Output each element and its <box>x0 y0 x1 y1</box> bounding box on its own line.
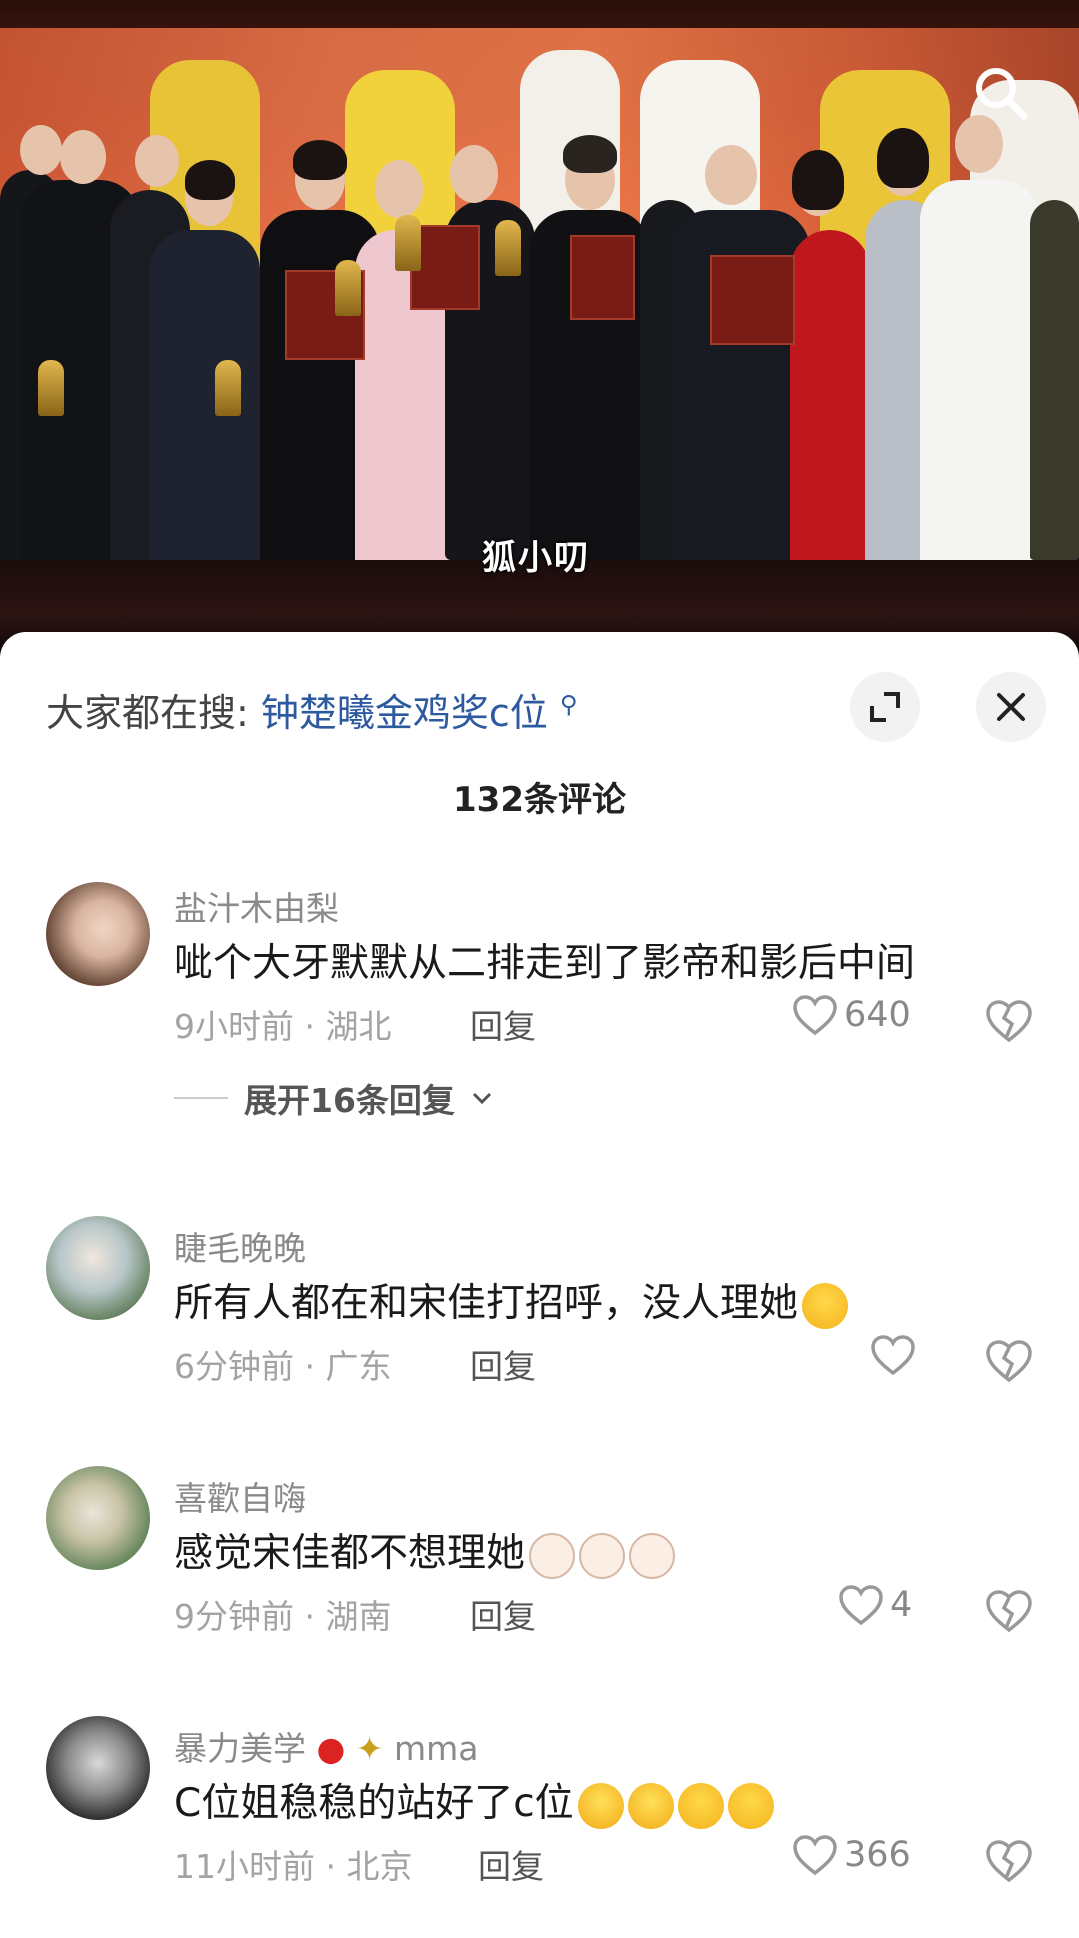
reply-button[interactable]: 回复 <box>478 1840 544 1888</box>
boxing-glove-icon: ● <box>316 1729 346 1768</box>
award-certificate <box>710 255 795 345</box>
comment-text-content: 所有人都在和宋佳打招呼，没人理她 <box>174 1281 799 1326</box>
comment-text-content: C位姐稳稳的站好了c位 <box>174 1781 574 1826</box>
guest <box>1030 200 1079 560</box>
cat-emoji-icon <box>579 1532 626 1579</box>
expand-replies-button[interactable]: 展开16条回复 <box>174 1074 493 1122</box>
face <box>450 145 498 203</box>
hot-search-bar[interactable]: 大家都在搜: 钟楚曦金鸡奖c位 ⚲ <box>46 682 577 737</box>
guest <box>920 180 1040 570</box>
trophy <box>395 215 421 271</box>
reply-button[interactable]: 回复 <box>470 1590 536 1638</box>
comment-text: 呲个大牙默默从二排走到了影帝和影后中间 <box>174 941 916 986</box>
like-count: 4 <box>890 1585 913 1625</box>
trophy <box>215 360 241 416</box>
like-button[interactable]: 4 <box>838 1584 912 1626</box>
face <box>955 115 1003 173</box>
reply-button[interactable]: 回复 <box>470 1000 536 1048</box>
close-icon <box>997 693 1025 721</box>
close-button[interactable] <box>976 672 1046 742</box>
divider-line <box>174 1097 228 1099</box>
comment-text: C位姐稳稳的站好了c位 <box>174 1772 774 1829</box>
laughing-emoji-icon <box>727 1782 774 1829</box>
comment-meta: 6分钟前 · 广东 <box>174 1347 392 1386</box>
broken-heart-icon[interactable] <box>984 998 1034 1044</box>
cat-emoji-icon <box>629 1532 676 1579</box>
comment-text-content: 感觉宋佳都不想理她 <box>174 1531 526 1576</box>
video-player[interactable]: 狐小叨 <box>0 0 1079 650</box>
face <box>20 125 62 175</box>
laughing-emoji-icon <box>802 1282 849 1329</box>
comment-username[interactable]: 暴力美学 ● ✦ mma <box>174 1722 478 1770</box>
comment-username[interactable]: 盐汁木由梨 <box>174 882 339 930</box>
comment-sheet: 大家都在搜: 钟楚曦金鸡奖c位 ⚲ 132条评论 盐汁木由梨 呲个大牙默默从二排… <box>0 632 1079 1938</box>
face <box>705 145 757 205</box>
laughing-emoji-icon <box>677 1782 724 1829</box>
search-icon[interactable] <box>970 62 1030 122</box>
like-count: 640 <box>844 995 911 1035</box>
trophy <box>495 220 521 276</box>
comment-meta: 9分钟前 · 湖南 <box>174 1597 392 1636</box>
comment-text: 所有人都在和宋佳打招呼，没人理她 <box>174 1272 849 1329</box>
hair <box>792 150 844 210</box>
expand-button[interactable] <box>850 672 920 742</box>
reply-button[interactable]: 回复 <box>470 1340 536 1388</box>
avatar[interactable] <box>46 1716 150 1820</box>
like-button[interactable]: 640 <box>792 994 911 1036</box>
search-small-icon: ⚲ <box>559 690 578 719</box>
comment-count-title: 132条评论 <box>453 780 626 820</box>
heart-icon <box>839 1585 883 1626</box>
avatar[interactable] <box>46 1216 150 1320</box>
face <box>375 160 423 218</box>
grinning-emoji-icon <box>577 1782 624 1829</box>
hair <box>563 135 617 173</box>
chevron-down-icon <box>472 1092 491 1105</box>
comment-username[interactable]: 睫毛晚晚 <box>174 1222 306 1270</box>
hair <box>293 140 347 180</box>
like-count: 366 <box>844 1835 911 1875</box>
comment-username[interactable]: 喜歡自嗨 <box>174 1472 306 1520</box>
heart-icon <box>793 1835 837 1876</box>
hot-search-keyword[interactable]: 钟楚曦金鸡奖c位 <box>261 691 548 735</box>
face <box>60 130 106 184</box>
heart-icon <box>793 995 837 1036</box>
broken-heart-icon[interactable] <box>984 1588 1034 1634</box>
expand-icon <box>870 692 900 722</box>
comment-meta: 11小时前 · 北京 <box>174 1847 413 1886</box>
avatar[interactable] <box>46 882 150 986</box>
comment-text: 感觉宋佳都不想理她 <box>174 1522 676 1579</box>
hair <box>877 128 929 188</box>
guest <box>150 230 260 590</box>
avatar[interactable] <box>46 1466 150 1570</box>
like-button[interactable]: 366 <box>792 1834 911 1876</box>
comment-username-text: 暴力美学 <box>174 1729 306 1768</box>
comment-meta: 9小时前 · 湖北 <box>174 1007 392 1046</box>
heart-icon <box>871 1335 915 1376</box>
wrestlers-icon: ✦ <box>355 1729 384 1768</box>
broken-heart-icon[interactable] <box>984 1338 1034 1384</box>
like-button[interactable] <box>870 1334 922 1376</box>
grinning-emoji-icon <box>627 1782 674 1829</box>
cat-emoji-icon <box>529 1532 576 1579</box>
trophy <box>38 360 64 416</box>
face <box>135 135 179 187</box>
video-watermark: 狐小叨 <box>482 538 590 578</box>
broken-heart-icon[interactable] <box>984 1838 1034 1884</box>
comment-username-suffix: mma <box>393 1729 479 1768</box>
guest <box>790 230 870 580</box>
award-certificate <box>570 235 635 320</box>
hair <box>185 160 235 200</box>
hot-search-prefix: 大家都在搜: <box>46 691 249 735</box>
trophy <box>335 260 361 316</box>
expand-replies-label: 展开16条回复 <box>244 1081 455 1120</box>
